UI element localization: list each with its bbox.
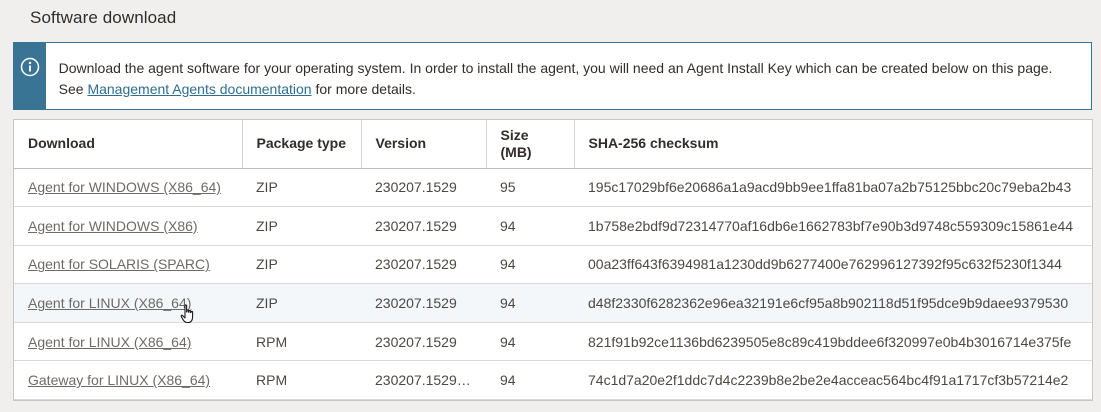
download-cell: Agent for WINDOWS (X86) bbox=[14, 206, 242, 246]
table-header-row: Download Package type Version Size (MB) … bbox=[14, 120, 1092, 169]
section-title: Software download bbox=[30, 8, 177, 27]
downloads-table-container: Download Package type Version Size (MB) … bbox=[13, 119, 1093, 401]
size-cell: 94 bbox=[486, 206, 574, 246]
download-link[interactable]: Agent for LINUX (X86_64) bbox=[28, 295, 191, 311]
package-type-cell: ZIP bbox=[242, 206, 361, 246]
version-cell: 230207.1529 bbox=[361, 322, 486, 362]
documentation-link[interactable]: Management Agents documentation bbox=[87, 81, 311, 97]
version-cell: 230207.1529 bbox=[361, 206, 486, 246]
info-text-after: for more details. bbox=[311, 81, 416, 97]
hand-pointer-icon bbox=[180, 304, 196, 324]
download-cell: Agent for SOLARIS (SPARC) bbox=[14, 245, 242, 285]
checksum-cell: 74c1d7a20e2f1ddc7d4c2239b8e2be2e4acceac5… bbox=[574, 360, 1092, 400]
download-link[interactable]: Agent for WINDOWS (X86) bbox=[28, 218, 198, 234]
checksum-cell: 821f91b92ce1136bd6239505e8c89c419bddee6f… bbox=[574, 322, 1092, 362]
table-row: Gateway for LINUX (X86_64) RPM 230207.15… bbox=[14, 360, 1092, 400]
package-type-cell: ZIP bbox=[242, 168, 361, 208]
download-cell: Gateway for LINUX (X86_64) bbox=[14, 360, 242, 400]
download-link[interactable]: Agent for WINDOWS (X86_64) bbox=[28, 179, 221, 195]
table-row: Agent for LINUX (X86_64) ZIP 230207.1529… bbox=[14, 283, 1092, 323]
package-type-cell: ZIP bbox=[242, 283, 361, 323]
downloads-table: Download Package type Version Size (MB) … bbox=[14, 120, 1092, 400]
package-type-cell: RPM bbox=[242, 360, 361, 400]
download-link[interactable]: Gateway for LINUX (X86_64) bbox=[28, 372, 210, 388]
table-row: Agent for SOLARIS (SPARC) ZIP 230207.152… bbox=[14, 245, 1092, 285]
package-type-cell: RPM bbox=[242, 322, 361, 362]
download-link[interactable]: Agent for LINUX (X86_64) bbox=[28, 334, 191, 350]
column-header-version[interactable]: Version bbox=[361, 120, 487, 169]
checksum-cell: 00a23ff643f6394981a1230dd9b6277400e76299… bbox=[574, 245, 1092, 285]
checksum-cell: d48f2330f6282362e96ea32191e6cf95a8b90211… bbox=[574, 283, 1092, 323]
size-cell: 94 bbox=[486, 283, 574, 323]
info-message: Download the agent software for your ope… bbox=[46, 43, 1091, 109]
column-header-checksum[interactable]: SHA-256 checksum bbox=[574, 120, 1092, 169]
info-strip bbox=[14, 43, 46, 109]
version-cell: 230207.1529… bbox=[361, 360, 486, 400]
download-cell: Agent for LINUX (X86_64) bbox=[14, 322, 242, 362]
info-banner: Download the agent software for your ope… bbox=[13, 42, 1092, 110]
info-icon bbox=[20, 57, 40, 82]
table-row: Agent for LINUX (X86_64) RPM 230207.1529… bbox=[14, 322, 1092, 362]
size-cell: 94 bbox=[486, 245, 574, 285]
version-cell: 230207.1529 bbox=[361, 283, 486, 323]
size-cell: 95 bbox=[486, 168, 574, 208]
package-type-cell: ZIP bbox=[242, 245, 361, 285]
version-cell: 230207.1529 bbox=[361, 168, 486, 208]
download-link[interactable]: Agent for SOLARIS (SPARC) bbox=[28, 256, 210, 272]
column-header-package-type[interactable]: Package type bbox=[242, 120, 362, 169]
column-header-download[interactable]: Download bbox=[14, 120, 243, 169]
version-cell: 230207.1529 bbox=[361, 245, 486, 285]
size-cell: 94 bbox=[486, 360, 574, 400]
download-cell: Agent for WINDOWS (X86_64) bbox=[14, 168, 242, 208]
checksum-cell: 1b758e2bdf9d72314770af16db6e1662783bf7e9… bbox=[574, 206, 1092, 246]
table-row: Agent for WINDOWS (X86) ZIP 230207.1529 … bbox=[14, 206, 1092, 246]
size-cell: 94 bbox=[486, 322, 574, 362]
checksum-cell: 195c17029bf6e20686a1a9acd9bb9ee1ffa81ba0… bbox=[574, 168, 1092, 208]
download-cell: Agent for LINUX (X86_64) bbox=[14, 283, 242, 323]
column-header-size[interactable]: Size (MB) bbox=[486, 120, 575, 169]
table-row: Agent for WINDOWS (X86_64) ZIP 230207.15… bbox=[14, 168, 1092, 208]
